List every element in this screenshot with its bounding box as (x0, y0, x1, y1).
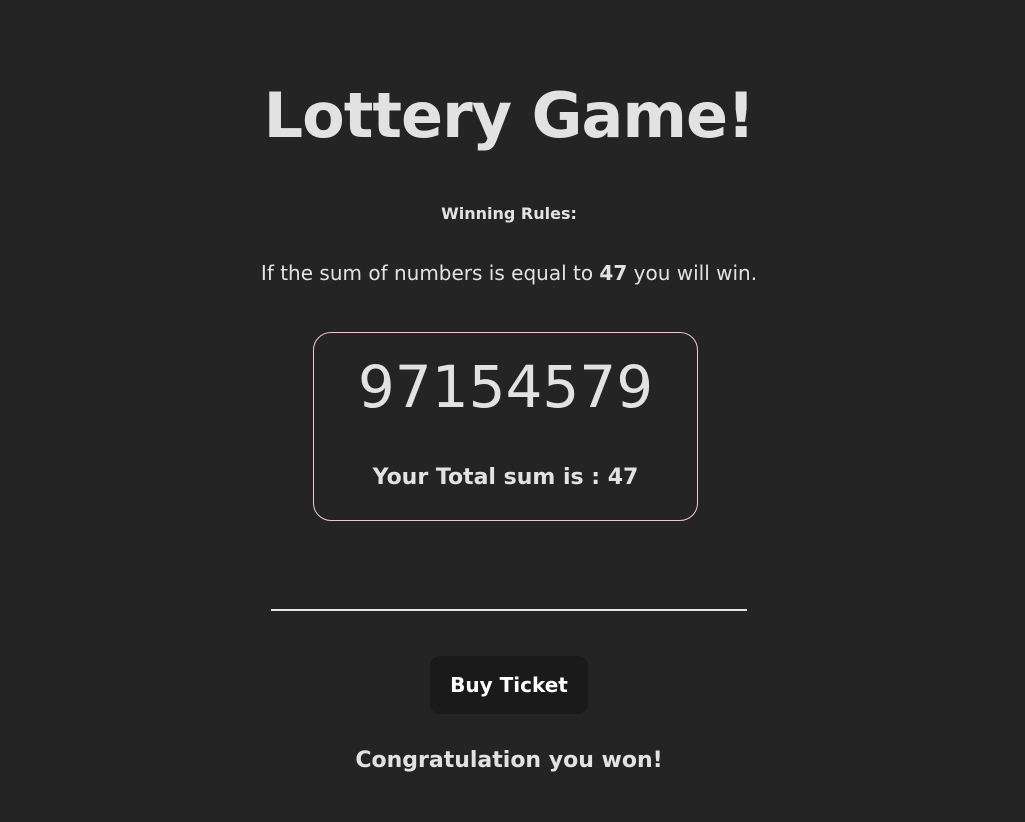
winning-rules-heading: Winning Rules: (441, 204, 577, 223)
page-title: Lottery Game! (263, 79, 756, 152)
rules-text-after: you will win. (627, 261, 758, 285)
winning-rules-text: If the sum of numbers is equal to 47 you… (0, 259, 1018, 287)
total-sum: Your Total sum is : 47 (314, 463, 697, 493)
lottery-page: Lottery Game! Winning Rules: If the sum … (0, 0, 1025, 822)
total-sum-label: Your Total sum is : (372, 465, 608, 490)
total-sum-value: 47 (607, 465, 639, 490)
result-message: Congratulation you won! (355, 748, 663, 773)
divider (271, 609, 747, 611)
target-sum: 47 (599, 261, 628, 285)
ticket-number: 97154579 (357, 353, 654, 421)
buy-ticket-button[interactable]: Buy Ticket (430, 656, 588, 714)
rules-text-before: If the sum of numbers is equal to (260, 261, 600, 285)
ticket-card: 97154579 Your Total sum is : 47 (313, 332, 698, 521)
